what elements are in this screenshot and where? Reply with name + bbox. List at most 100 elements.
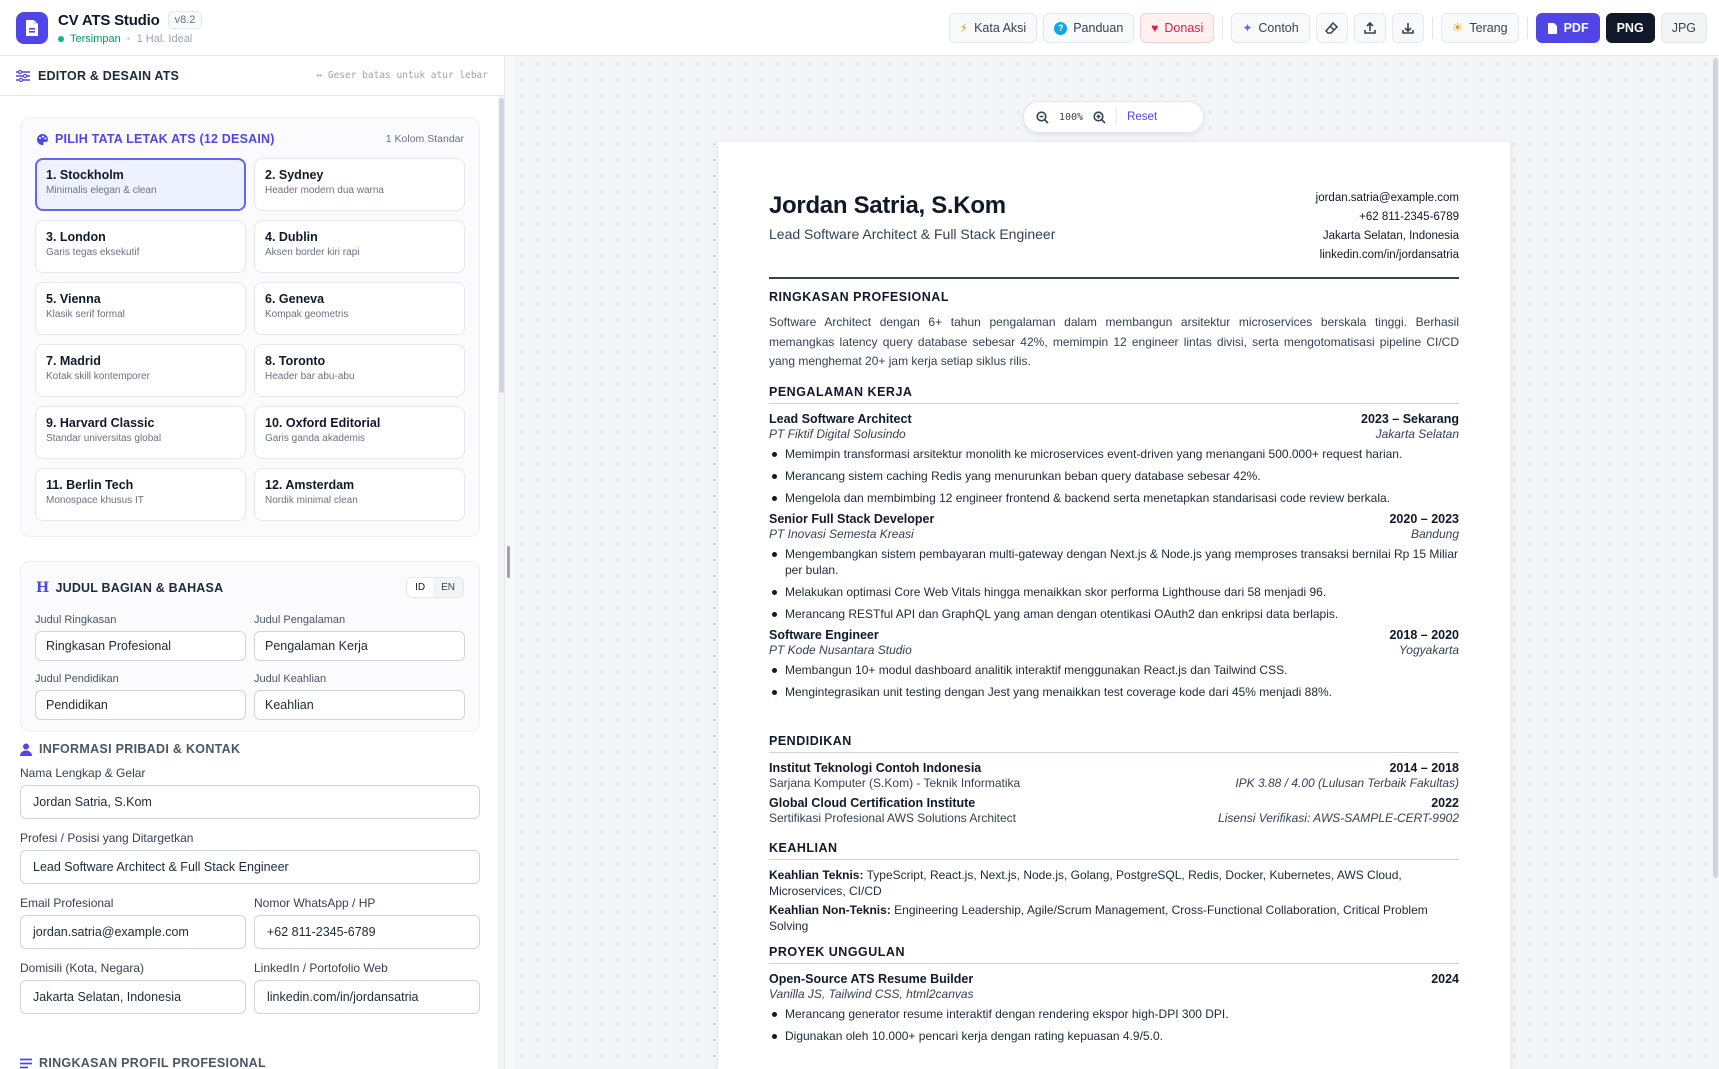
cv-location: Jakarta Selatan, Indonesia [1322,230,1459,242]
text-lines-icon [20,1058,32,1068]
page-note: 1 Hal. Ideal [136,33,193,45]
eraser-icon [1324,21,1338,34]
zoom-divider [1116,109,1118,125]
cv-skills-section: KEAHLIAN Keahlian Teknis: TypeScript, Re… [769,841,1459,934]
zoom-in-icon[interactable] [1093,110,1106,124]
linkedin-input[interactable]: linkedin.com/in/jordansatria [254,980,480,1014]
experience-title-input[interactable]: Pengalaman Kerja [254,631,465,661]
zoom-level: 100% [1059,111,1084,123]
contoh-label: Contoh [1258,21,1299,35]
export-jpg-button[interactable]: JPG [1660,13,1707,43]
jpg-label: JPG [1671,21,1696,35]
edu-period: 2014 – 2018 [1389,761,1459,775]
language-id-button[interactable]: ID [407,578,434,597]
palette-icon [37,133,49,145]
layout-desc: Garis ganda akademis [265,433,366,444]
edu-note: Lisensi Verifikasi: AWS-SAMPLE-CERT-9902 [1218,811,1459,825]
cv-phone: +62 811-2345-6789 [1359,211,1459,223]
saved-status: Tersimpan [70,33,121,45]
summary-section-title: RINGKASAN PROFIL PROFESIONAL [39,1056,266,1069]
export-png-button[interactable]: PNG [1605,13,1655,43]
layout-name: 6. Geneva [265,292,325,306]
skills-technical-label: Keahlian Teknis: [769,868,864,882]
layout-option-london[interactable]: 3. London Garis tegas eksekutif [35,220,246,273]
theme-toggle-button[interactable]: ☀ Terang [1440,13,1519,43]
email-input[interactable]: jordan.satria@example.com [20,915,246,949]
job-title: Senior Full Stack Developer [769,512,935,526]
contoh-button[interactable]: ✦ Contoh [1231,13,1310,43]
import-button[interactable] [1353,13,1386,43]
layout-option-stockholm[interactable]: 1. Stockholm Minimalis elegan & clean [35,158,246,211]
cv-education-item: Institut Teknologi Contoh Indonesia 2014 … [769,761,1459,790]
full-name-input[interactable]: Jordan Satria, S.Kom [20,785,480,819]
city-label: Domisili (Kota, Negara) [20,961,145,975]
cv-role: Lead Software Architect & Full Stack Eng… [769,226,1056,242]
eraser-button[interactable] [1315,13,1348,43]
zoom-reset-button[interactable]: Reset [1127,111,1157,123]
layout-name: 8. Toronto [265,354,326,368]
personal-info-title: INFORMASI PRIBADI & KONTAK [39,742,241,756]
personal-info-section: INFORMASI PRIBADI & KONTAK Nama Lengkap … [20,742,480,1014]
city-input[interactable]: Jakarta Selatan, Indonesia [20,980,246,1014]
layout-option-madrid[interactable]: 7. Madrid Kotak skill kontemporer [35,344,246,397]
layout-option-vienna[interactable]: 5. Vienna Klasik serif formal [35,282,246,335]
phone-input[interactable]: +62 811-2345-6789 [254,915,480,949]
edu-degree: Sertifikasi Profesional AWS Solutions Ar… [769,811,1016,825]
layout-option-geneva[interactable]: 6. Geneva Kompak geometris [254,282,465,335]
edu-degree: Sarjana Komputer (S.Kom) - Teknik Inform… [769,776,1021,790]
version-badge: v8.2 [167,11,203,29]
layout-meta: 1 Kolom Standar [385,133,464,145]
layout-option-dublin[interactable]: 4. Dublin Aksen border kiri rapi [254,220,465,273]
cv-projects-title: PROYEK UNGGULAN [769,945,1459,964]
education-title-input[interactable]: Pendidikan [35,690,246,720]
toolbar-divider [1431,17,1433,39]
user-icon [20,743,32,756]
kata-aksi-button[interactable]: ⚡ Kata Aksi [948,13,1038,43]
layout-option-amsterdam[interactable]: 12. Amsterdam Nordik minimal clean [254,468,465,521]
donasi-button[interactable]: ♥ Donasi [1140,13,1215,43]
toolbar-divider [1222,17,1224,39]
sliders-icon [16,69,30,82]
project-bullet: Digunakan oleh 10.000+ pencari kerja den… [769,1028,1459,1044]
target-role-input[interactable]: Lead Software Architect & Full Stack Eng… [20,850,480,884]
layout-option-sydney[interactable]: 2. Sydney Header modern dua warna [254,158,465,211]
separator-dot: • [126,33,131,45]
cv-education-title: PENDIDIKAN [769,734,1459,753]
layout-option-oxford-editorial[interactable]: 10. Oxford Editorial Garis ganda akademis [254,406,465,459]
donasi-label: Donasi [1164,21,1204,35]
panel-resize-handle[interactable] [507,546,510,578]
job-company: PT Kode Nusantara Studio [769,643,912,657]
cv-job: Senior Full Stack Developer 2020 – 2023 P… [769,512,1459,622]
skills-soft-label: Keahlian Non-Teknis: [769,903,891,917]
layout-desc: Klasik serif formal [46,309,125,320]
zoom-out-icon[interactable] [1036,110,1049,124]
layout-name: 7. Madrid [46,354,101,368]
job-company: PT Inovasi Semesta Kreasi [769,527,914,541]
edu-school: Global Cloud Certification Institute [769,796,976,810]
export-pdf-button[interactable]: PDF [1535,13,1600,43]
layout-option-toronto[interactable]: 8. Toronto Header bar abu-abu [254,344,465,397]
email-label: Email Profesional [20,896,114,910]
summary-title-input[interactable]: Ringkasan Profesional [35,631,246,661]
layout-option-harvard-classic[interactable]: 9. Harvard Classic Standar universitas gl… [35,406,246,459]
language-en-button[interactable]: EN [433,578,463,597]
linkedin-label: LinkedIn / Portofolio Web [254,961,388,975]
editor-panel: EDITOR & DESAIN ATS ↔ Geser batas untuk … [0,56,505,1069]
job-bullet: Mengembangkan sistem pembayaran multi-ga… [769,546,1459,578]
job-bullet: Mengintegrasikan unit testing dengan Jes… [769,684,1459,700]
edu-school: Institut Teknologi Contoh Indonesia [769,761,982,775]
preview-scrollbar-thumb[interactable] [1713,58,1718,878]
cv-job: Lead Software Architect 2023 – Sekarang P… [769,412,1459,506]
layout-name: 4. Dublin [265,230,318,244]
magic-wand-icon: ✦ [1242,21,1253,35]
layout-chooser-card: PILIH TATA LETAK ATS (12 DESAIN) 1 Kolom… [20,117,480,537]
layout-name: 11. Berlin Tech [46,478,134,492]
editor-scrollbar-thumb[interactable] [499,98,504,393]
cv-summary-title: RINGKASAN PROFESIONAL [769,290,949,304]
layout-option-berlin-tech[interactable]: 11. Berlin Tech Monospace khusus IT [35,468,246,521]
edu-note: IPK 3.88 / 4.00 (Lulusan Terbaik Fakulta… [1235,776,1459,790]
export-json-button[interactable] [1391,13,1424,43]
layout-desc: Garis tegas eksekutif [46,247,140,258]
panduan-button[interactable]: ? Panduan [1043,13,1135,43]
skills-title-input[interactable]: Keahlian [254,690,465,720]
